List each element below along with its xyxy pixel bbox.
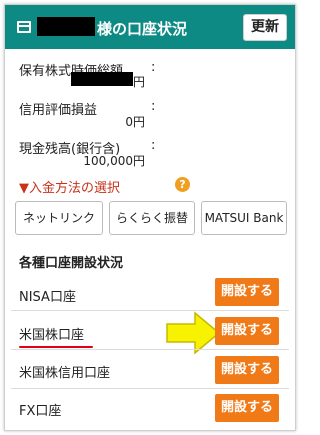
account-status-panel: 様の口座状況 更新 保有株式時価総額 : 円 信用評価損益 : 0円 現金残高(…: [4, 4, 296, 431]
open-fx-button[interactable]: 開設する: [215, 394, 279, 422]
row-divider: [11, 388, 289, 389]
open-us-stock-button[interactable]: 開設する: [215, 317, 279, 345]
cash-value: 100,000円: [83, 154, 145, 168]
unrealized-value: 0円: [125, 115, 145, 129]
help-icon[interactable]: ?: [175, 177, 190, 192]
open-us-margin-button[interactable]: 開設する: [215, 356, 279, 384]
redacted-name: [37, 17, 95, 36]
open-nisa-button[interactable]: 開設する: [215, 278, 279, 306]
red-underline-annotation: [19, 346, 93, 348]
deposit-method-toggle[interactable]: ▼入金方法の選択: [19, 177, 120, 196]
panel-header: 様の口座状況 更新: [5, 5, 295, 49]
unrealized-colon: :: [151, 99, 156, 114]
row-divider: [11, 349, 289, 350]
netlink-button[interactable]: ネットリンク: [15, 201, 103, 235]
fx-account-label: FX口座: [19, 404, 62, 419]
holdings-colon: :: [151, 60, 156, 75]
credit-card-icon: [17, 21, 31, 33]
row-divider: [11, 310, 289, 311]
us-margin-account-label: 米国株信用口座: [19, 366, 111, 381]
nisa-account-label: NISA口座: [19, 290, 76, 305]
cash-colon: :: [151, 138, 156, 153]
update-button[interactable]: 更新: [243, 14, 287, 41]
rakuraku-transfer-button[interactable]: らくらく振替: [109, 201, 195, 235]
panel-title: 様の口座状況: [97, 20, 188, 38]
holdings-value: 円: [132, 75, 145, 89]
us-stock-account-label: 米国株口座: [19, 328, 85, 343]
matsui-bank-button[interactable]: MATSUI Bank: [201, 201, 287, 235]
accounts-section-title: 各種口座開設状況: [19, 256, 124, 271]
